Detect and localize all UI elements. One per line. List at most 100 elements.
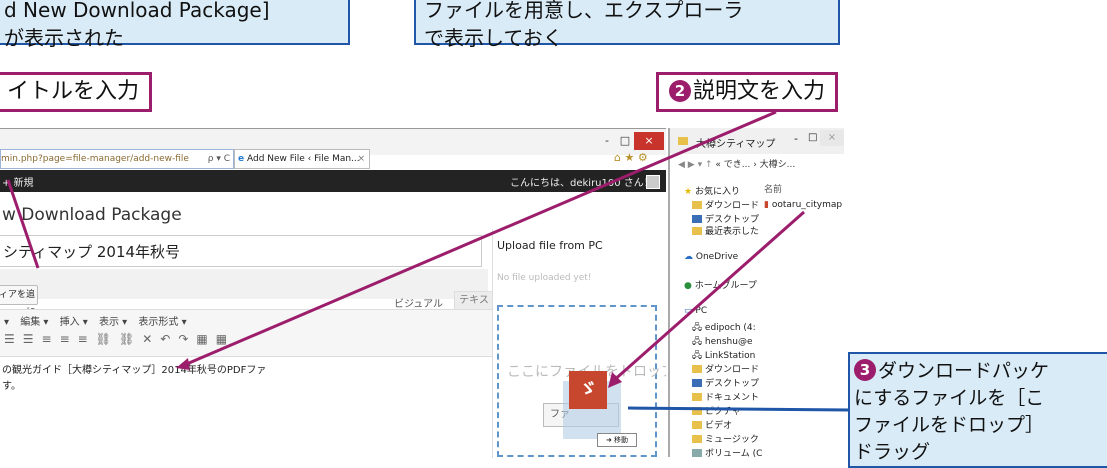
drag-step-line2: にするファイルを［こ <box>854 387 1045 409</box>
forward-icon[interactable]: ▶ ▾ <box>688 160 702 170</box>
desktop-folder-icon <box>692 215 702 223</box>
music-icon <box>692 435 702 443</box>
callout-right-line2: で表示しておく <box>424 26 563 50</box>
table-icon[interactable]: ▦ <box>216 332 235 346</box>
explorer-breadcrumb[interactable]: « でき... › 大樽シ... <box>715 160 795 170</box>
drag-step-line3: ファイルをドロップ］ <box>854 414 1045 436</box>
network-drive-icon: 🖧 <box>692 323 703 333</box>
title-step-text: イトルを入力 <box>7 79 140 104</box>
undo-icon[interactable]: ↶ <box>160 332 178 346</box>
explorer-title: 大樽シティマップ <box>696 139 776 150</box>
nav-volume-c[interactable]: ボリューム (C <box>692 446 762 457</box>
pc-downloads-icon <box>692 365 702 373</box>
nav-favorites[interactable]: ★ お気に入り <box>684 184 740 197</box>
new-menu[interactable]: + 新規 <box>2 174 34 189</box>
remove-format-icon[interactable]: ✕ <box>142 332 160 346</box>
address-controls[interactable]: ρ ▾ C <box>208 150 230 168</box>
callout-right-line1: ファイルを用意し、エクスプローラ <box>424 0 744 22</box>
nav-recent[interactable]: 最近表示した <box>692 224 759 237</box>
nav-downloads[interactable]: ダウンロード <box>692 198 759 211</box>
browser-tab[interactable]: e Add New File ‹ File Man... × <box>234 149 370 169</box>
browser-toolbar-icons[interactable]: ⌂ ★ ⚙ <box>614 151 648 164</box>
tab-text[interactable]: テキスト <box>454 291 494 324</box>
callout-left-line1: d New Download Package] <box>4 0 270 22</box>
pictures-icon <box>692 407 702 415</box>
up-icon[interactable]: ↑ <box>705 160 713 170</box>
homegroup-icon: ● <box>684 281 692 291</box>
nav-homegroup[interactable]: ● ホームグループ <box>684 278 757 291</box>
format-buttons: ☰☰≡≡≡⛓⛓✕↶↷▦▦ <box>4 332 235 346</box>
back-icon[interactable]: ◀ <box>678 160 685 170</box>
nav-videos[interactable]: ビデオ <box>692 418 732 431</box>
explorer-maximize-button[interactable]: □ <box>808 132 817 143</box>
explorer-close-button[interactable]: × <box>820 130 844 146</box>
star-icon: ★ <box>684 187 693 197</box>
desc-step-number: 2 <box>669 80 691 102</box>
greeting[interactable]: こんにちは、dekiru100 さん！ <box>510 174 654 189</box>
menu-format[interactable]: 表示形式 ▾ <box>138 317 186 328</box>
page-title: w Download Package <box>2 205 182 225</box>
drag-step-line4: ドラッグ <box>854 441 931 463</box>
upload-panel: Upload file from PC No file uploaded yet… <box>492 229 666 458</box>
nav-pc-downloads[interactable]: ダウンロード <box>692 362 759 375</box>
menu-insert[interactable]: 挿入 ▾ <box>60 317 88 328</box>
align-left-icon[interactable]: ≡ <box>42 332 60 346</box>
bullet-list-icon[interactable]: ☰ <box>4 332 23 346</box>
drag-step-number: 3 <box>854 359 876 381</box>
link-icon[interactable]: ⛓ <box>96 332 119 346</box>
address-bar[interactable]: min.php?page=file-manager/add-new-file ρ… <box>0 149 234 169</box>
align-right-icon[interactable]: ≡ <box>78 332 96 346</box>
wp-admin-bar: + 新規 こんにちは、dekiru100 さん！ <box>0 170 666 192</box>
explorer-window: 大樽シティマップ - □ × ◀ ▶ ▾ ↑ « でき... › 大樽シ... … <box>668 128 844 457</box>
upload-title: Upload file from PC <box>497 239 603 252</box>
numbered-list-icon[interactable]: ☰ <box>23 332 42 346</box>
nav-pc[interactable]: ▭ PC <box>684 306 707 316</box>
pc-desktop-icon <box>692 379 702 387</box>
add-media-button[interactable]: ィアを追加 <box>0 285 38 318</box>
callout-left: d New Download Package] が表示された <box>0 0 350 50</box>
nav-onedrive[interactable]: ☁ OneDrive <box>684 252 738 262</box>
drag-step-callout: 3 ダウンロードパッケ にするファイルを［こ ファイルをドロップ］ ドラッグ <box>848 352 1107 468</box>
drag-step-line1: 3 ダウンロードパッケ <box>854 358 1107 385</box>
column-header-name[interactable]: 名前 <box>764 182 782 195</box>
url-text: min.php?page=file-manager/add-new-file <box>1 154 189 164</box>
content-line-1: の観光ガイド［大樽シティマップ］2014年秋号のPDFファ <box>2 365 267 376</box>
nav-pc-desktop[interactable]: デスクトップ <box>692 376 759 389</box>
browser-close-button[interactable]: × <box>634 132 664 150</box>
file-name: ootaru_citymap <box>771 200 843 210</box>
menu-view[interactable]: 表示 ▾ <box>99 317 127 328</box>
explorer-minimize-button[interactable]: - <box>794 132 798 145</box>
redo-icon[interactable]: ↷ <box>178 332 196 346</box>
network-drive-icon-3: 🖧 <box>692 351 703 361</box>
editor-toolbar: ▾ 編集 ▾ 挿入 ▾ 表示 ▾ 表示形式 ▾ ☰☰≡≡≡⛓⛓✕↶↷▦▦ <box>0 309 492 357</box>
download-folder-icon <box>692 201 702 209</box>
pc-icon: ▭ <box>684 306 693 316</box>
align-center-icon[interactable]: ≡ <box>60 332 78 346</box>
callout-right: ファイルを用意し、エクスプローラ で表示しておく <box>414 0 840 50</box>
folder-icon <box>678 137 688 145</box>
nav-pictures[interactable]: ピクチャ <box>692 404 741 417</box>
avatar[interactable] <box>646 175 660 189</box>
explorer-titlebar: 大樽シティマップ - □ × <box>670 128 844 154</box>
unlink-icon[interactable]: ⛓ <box>119 332 142 346</box>
videos-icon <box>692 421 702 429</box>
file-item[interactable]: ▮ ootaru_citymap <box>764 200 842 210</box>
drop-zone[interactable]: ここにファイルをドロップ ファ ゞ ➜ 移動 <box>497 305 666 457</box>
content-line-2: す。 <box>2 381 21 392</box>
title-input[interactable]: シティマップ 2014年秋号 <box>0 235 482 267</box>
nav-music[interactable]: ミュージック <box>692 432 759 445</box>
menu-file[interactable]: ▾ <box>4 317 9 328</box>
browser-window: - □ × min.php?page=file-manager/add-new-… <box>0 128 666 458</box>
nav-documents[interactable]: ドキュメント <box>692 390 759 403</box>
tab-visual[interactable]: ビジュアル <box>394 295 443 310</box>
tab-label: Add New File ‹ File Man... <box>246 154 360 164</box>
tab-close-icon[interactable]: × <box>357 150 365 168</box>
pdf-file-icon: ゞ <box>569 371 607 409</box>
image-icon[interactable]: ▦ <box>196 332 215 346</box>
menu-edit[interactable]: 編集 ▾ <box>20 317 48 328</box>
documents-icon <box>692 393 702 401</box>
upload-empty-message: No file uploaded yet! <box>497 273 592 283</box>
cloud-icon: ☁ <box>684 252 693 262</box>
editor-menu: ▾ 編集 ▾ 挿入 ▾ 表示 ▾ 表示形式 ▾ <box>4 313 187 328</box>
editor-content[interactable]: の観光ガイド［大樽シティマップ］2014年秋号のPDFファ す。 <box>0 357 492 458</box>
